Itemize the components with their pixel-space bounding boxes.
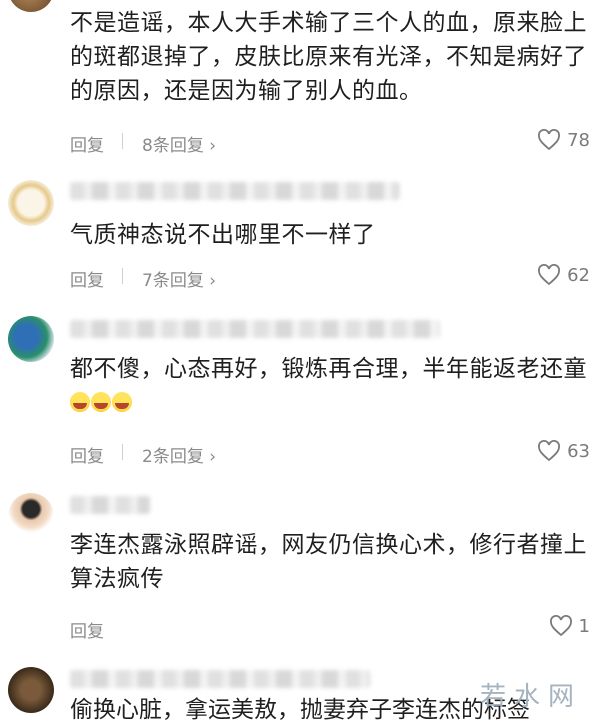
separator <box>122 444 123 460</box>
laugh-cry-emoji-icon <box>91 392 111 412</box>
like-button[interactable]: 62 <box>537 264 590 286</box>
heart-icon <box>538 264 561 286</box>
avatar[interactable] <box>8 667 54 713</box>
comment-text: 不是造谣，本人大手术输了三个人的血，原来脸上的斑都退掉了，皮肤比原来有光泽，不知… <box>70 10 587 104</box>
like-button[interactable]: 1 <box>549 615 590 637</box>
avatar[interactable] <box>8 0 54 12</box>
avatar[interactable] <box>8 316 54 362</box>
comment-actions: 回复 7条回复 › 62 <box>70 264 590 291</box>
reply-button[interactable]: 回复 <box>70 131 104 156</box>
avatar[interactable] <box>8 180 54 226</box>
laugh-cry-emoji-icon <box>112 392 132 412</box>
like-count: 62 <box>567 264 590 286</box>
heart-icon <box>538 440 561 462</box>
reply-button[interactable]: 回复 <box>70 442 104 467</box>
like-button[interactable]: 63 <box>537 440 590 462</box>
like-button[interactable]: 78 <box>537 129 590 151</box>
reply-button[interactable]: 回复 <box>70 266 104 291</box>
username-meta-blurred <box>70 670 370 688</box>
username-meta-blurred <box>70 496 150 514</box>
watermark: 若水网 <box>479 682 582 712</box>
username-meta-blurred <box>70 320 440 338</box>
avatar[interactable] <box>8 493 54 539</box>
heart-icon <box>549 615 572 637</box>
comment-text: 李连杰露泳照辟谣，网友仍信换心术，修行者撞上算法疯传 <box>70 532 587 592</box>
view-replies-button[interactable]: 8条回复 › <box>142 131 216 156</box>
laugh-cry-emoji-icon <box>70 392 90 412</box>
comment-text: 气质神态说不出哪里不一样了 <box>70 222 376 248</box>
separator <box>122 133 123 149</box>
view-replies-button[interactable]: 7条回复 › <box>142 266 216 291</box>
like-count: 63 <box>567 440 590 462</box>
heart-icon <box>538 129 561 151</box>
comment-actions: 回复 8条回复 › 78 <box>70 129 590 156</box>
like-count: 1 <box>578 615 590 637</box>
separator <box>122 268 123 284</box>
comment-text: 都不傻，心态再好，锻炼再合理，半年能返老还童 <box>70 352 590 420</box>
comment-actions: 回复 2条回复 › 63 <box>70 440 590 467</box>
comment-text-content: 都不傻，心态再好，锻炼再合理，半年能返老还童 <box>70 356 587 382</box>
like-count: 78 <box>567 129 590 151</box>
comment-actions: 回复 1 <box>70 615 590 642</box>
view-replies-button[interactable]: 2条回复 › <box>142 442 216 467</box>
username-meta-blurred <box>70 182 400 200</box>
reply-button[interactable]: 回复 <box>70 617 104 642</box>
